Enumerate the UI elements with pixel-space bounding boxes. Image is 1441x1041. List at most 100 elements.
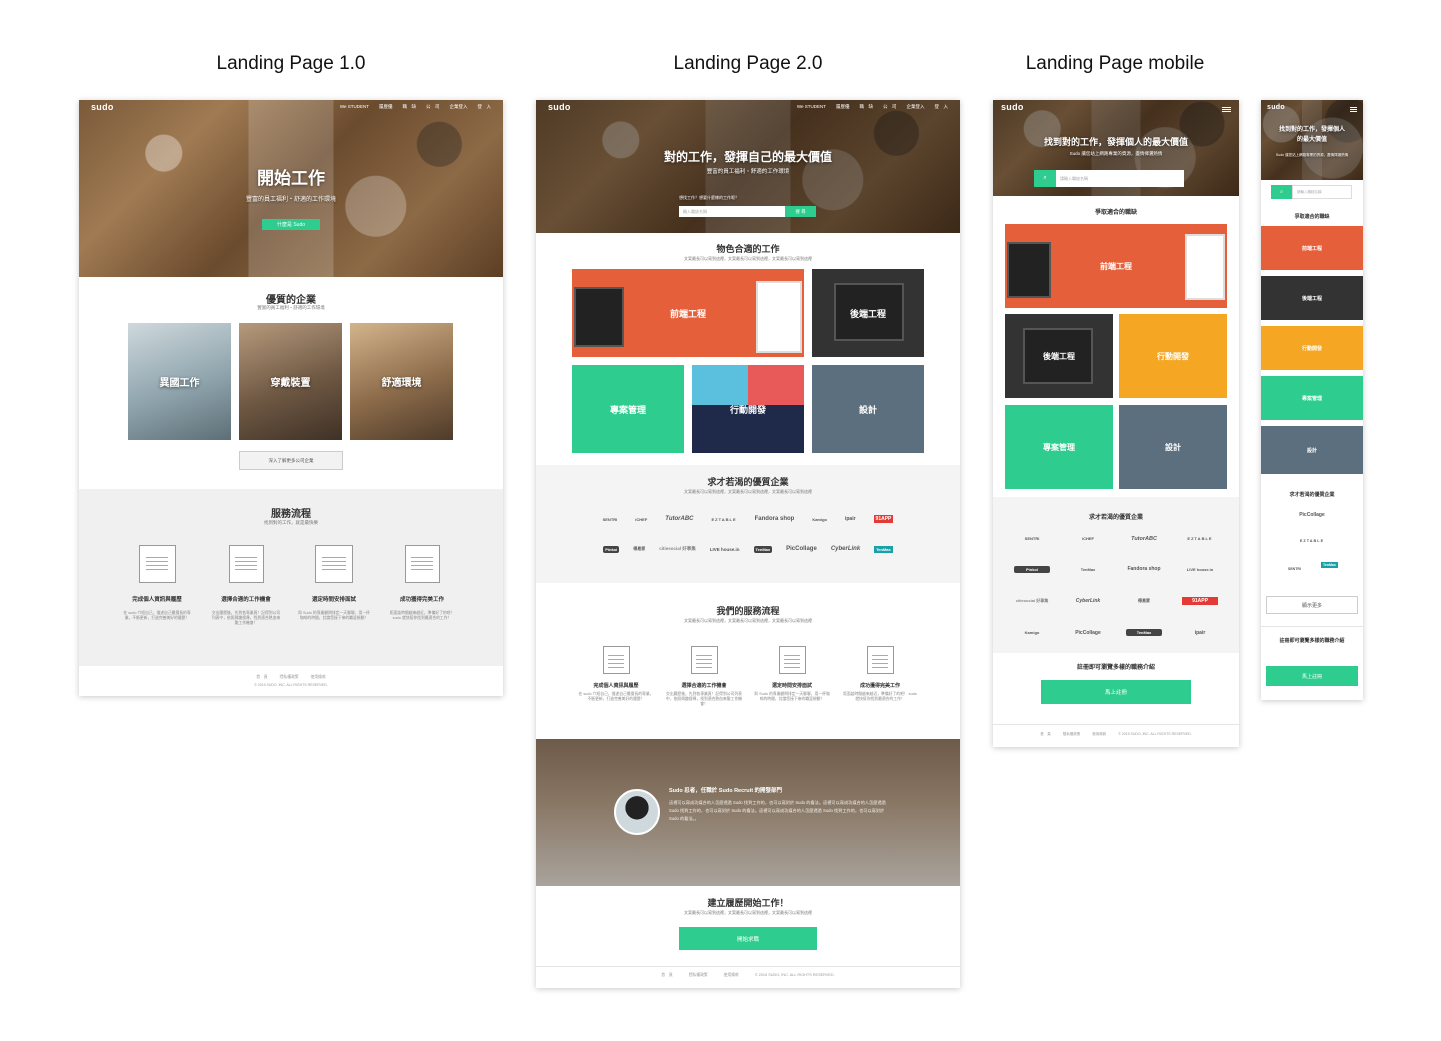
search-icon[interactable]: ⌕: [1034, 170, 1056, 187]
v2-tile-design[interactable]: 設計: [812, 365, 924, 453]
nav-link[interactable]: 企業登入: [907, 104, 925, 110]
company-logo[interactable]: Fandora shop: [1126, 566, 1162, 572]
v2-tile-pm[interactable]: 專案管理: [572, 365, 684, 453]
nav-link[interactable]: 登 入: [935, 104, 949, 110]
v2-search-input[interactable]: 輸入職缺名稱: [679, 206, 785, 217]
mobile2-show-more-button[interactable]: 顯示更多: [1266, 596, 1358, 614]
nav-link[interactable]: 職 缺: [860, 104, 874, 110]
company-logo[interactable]: PicCollage: [786, 546, 817, 552]
company-logo[interactable]: TenMax: [1070, 567, 1106, 572]
mobile-tile-mobile[interactable]: 行動開發: [1119, 314, 1227, 398]
v2-search-hint: 想找工作？想要什麼樣的工作呢？: [679, 195, 739, 200]
footer-link[interactable]: 使用條款: [1092, 732, 1106, 737]
company-logo[interactable]: iCHEF: [635, 517, 647, 522]
company-logo[interactable]: TenMax: [753, 545, 773, 553]
nav-link[interactable]: 履歷優: [836, 104, 850, 110]
company-logo[interactable]: TutorABC: [665, 516, 693, 522]
photo-card-3[interactable]: 舒適環境: [350, 323, 453, 440]
company-logo[interactable]: SENTRI: [603, 517, 618, 522]
mobile2-register-button[interactable]: 馬上註冊: [1266, 666, 1358, 686]
mobile2-tile-design[interactable]: 設計: [1261, 426, 1363, 474]
company-logo[interactable]: TenMax: [874, 545, 893, 553]
company-logo[interactable]: EZTABLE: [711, 517, 736, 522]
company-logo[interactable]: 得易家: [633, 546, 645, 552]
v1-more-companies-button[interactable]: 深入了解更多公司企業: [239, 451, 343, 470]
nav-link[interactable]: We STUDENT: [340, 104, 369, 110]
footer-link[interactable]: 首 頁: [1040, 732, 1051, 737]
footer-link[interactable]: 使用條款: [724, 973, 739, 978]
company-logo[interactable]: SENTRI: [1288, 567, 1301, 571]
company-logo[interactable]: ipair: [1182, 630, 1218, 636]
photo-card-1[interactable]: 異國工作: [128, 323, 231, 440]
company-logo[interactable]: Pinkoi: [1014, 565, 1050, 573]
mobile2-tile-mobile[interactable]: 行動開發: [1261, 326, 1363, 370]
nav-link[interactable]: 履歷優: [379, 104, 393, 110]
footer-link[interactable]: 隱私權政策: [1063, 732, 1081, 737]
v2-tile-backend[interactable]: 後端工程: [812, 269, 924, 357]
mobile-tile-frontend[interactable]: 前端工程: [1005, 224, 1227, 308]
v2-cta-button[interactable]: 開始求職: [679, 927, 817, 950]
mobile-search-bar: ⌕ 請輸入職缺名稱: [1034, 170, 1184, 187]
nav-link[interactable]: 職 缺: [403, 104, 417, 110]
mobile-search-input[interactable]: 請輸入職缺名稱: [1056, 170, 1184, 187]
mobile-tile-backend[interactable]: 後端工程: [1005, 314, 1113, 398]
hamburger-menu-icon[interactable]: [1222, 106, 1231, 108]
footer-link[interactable]: 使用條款: [311, 675, 326, 680]
company-logo[interactable]: 91APP: [873, 515, 894, 523]
v1-companies-title: 優質的企業: [266, 295, 316, 306]
footer-link[interactable]: 首 頁: [661, 973, 672, 978]
mobile-tile-pm[interactable]: 專案管理: [1005, 405, 1113, 489]
company-logo[interactable]: EZTABLE: [1261, 539, 1363, 543]
company-logo[interactable]: 得易家: [1126, 598, 1162, 604]
search-icon[interactable]: ⌕: [1271, 185, 1292, 199]
v2-logo[interactable]: sudo: [548, 102, 571, 112]
company-logo[interactable]: CyberLink: [1070, 598, 1106, 604]
mobile2-logo[interactable]: sudo: [1267, 104, 1285, 111]
mobile-logo[interactable]: sudo: [1001, 102, 1024, 112]
company-logo[interactable]: iCHEF: [1070, 536, 1106, 541]
company-logo[interactable]: Kamigo: [1014, 630, 1050, 635]
company-logo[interactable]: PicCollage: [1261, 512, 1363, 518]
footer-link[interactable]: 隱私權政策: [280, 675, 299, 680]
v2-tile-frontend[interactable]: 前端工程: [572, 269, 804, 357]
mobile-tile-design[interactable]: 設計: [1119, 405, 1227, 489]
nav-link[interactable]: We STUDENT: [797, 104, 826, 110]
company-logo[interactable]: EZTABLE: [1182, 536, 1218, 541]
company-logo[interactable]: citiesocial 好事集: [659, 546, 696, 552]
footer-link[interactable]: 隱私權政策: [689, 973, 708, 978]
company-logo[interactable]: Fandora shop: [755, 516, 795, 522]
nav-link[interactable]: 登 入: [478, 104, 492, 110]
company-logo[interactable]: TutorABC: [1126, 536, 1162, 542]
v1-hero-button[interactable]: 什麼是 Sudo: [262, 219, 320, 230]
company-logo[interactable]: LIVE house.in: [710, 547, 740, 552]
v1-logo[interactable]: sudo: [91, 102, 114, 112]
mobile2-search-input[interactable]: 請輸入職缺名稱: [1292, 185, 1352, 199]
company-logo[interactable]: Kamigo: [812, 517, 827, 522]
v1-step-1: 完成個人資訊與履歷 在 sudo 介紹自己，描述自己最擅長的專業，不斷更新，打造…: [121, 545, 193, 621]
company-logo[interactable]: citiesocial 好事集: [1014, 598, 1050, 604]
nav-link[interactable]: 公 司: [426, 104, 440, 110]
photo-card-2[interactable]: 穿戴裝置: [239, 323, 342, 440]
company-logo[interactable]: PicCollage: [1070, 630, 1106, 636]
company-logo[interactable]: CyberLink: [831, 546, 860, 552]
mobile-register-button[interactable]: 馬上註冊: [1041, 680, 1191, 704]
company-logo[interactable]: TenMax: [1321, 562, 1338, 568]
company-logo[interactable]: Pinkoi: [603, 545, 620, 553]
v2-hero-sub: 豐富的員工福利・舒適的工作環境: [706, 169, 790, 175]
company-logo[interactable]: TenMax: [1126, 629, 1162, 637]
nav-link[interactable]: 企業登入: [450, 104, 468, 110]
company-logo[interactable]: LIVE house.in: [1182, 567, 1218, 572]
mobile2-tile-pm[interactable]: 專案管理: [1261, 376, 1363, 420]
company-logo[interactable]: SENTRI: [1014, 536, 1050, 541]
footer-link[interactable]: 首 頁: [256, 675, 267, 680]
company-logo[interactable]: 91APP: [1182, 597, 1218, 606]
company-logo[interactable]: ipair: [845, 516, 856, 522]
v2-search-button[interactable]: 搜 尋: [785, 206, 816, 217]
mobile2-tile-frontend[interactable]: 前端工程: [1261, 226, 1363, 270]
nav-link[interactable]: 公 司: [883, 104, 897, 110]
hamburger-menu-icon[interactable]: [1350, 106, 1357, 108]
v2-footer: 首 頁 隱私權政策 使用條款 © 2015 SUDO, INC. ALL RIG…: [536, 973, 960, 978]
step-title: 選定時間安排面試: [771, 683, 812, 689]
mobile2-tile-backend[interactable]: 後端工程: [1261, 276, 1363, 320]
v2-tile-mobile[interactable]: 行動開發: [692, 365, 804, 453]
